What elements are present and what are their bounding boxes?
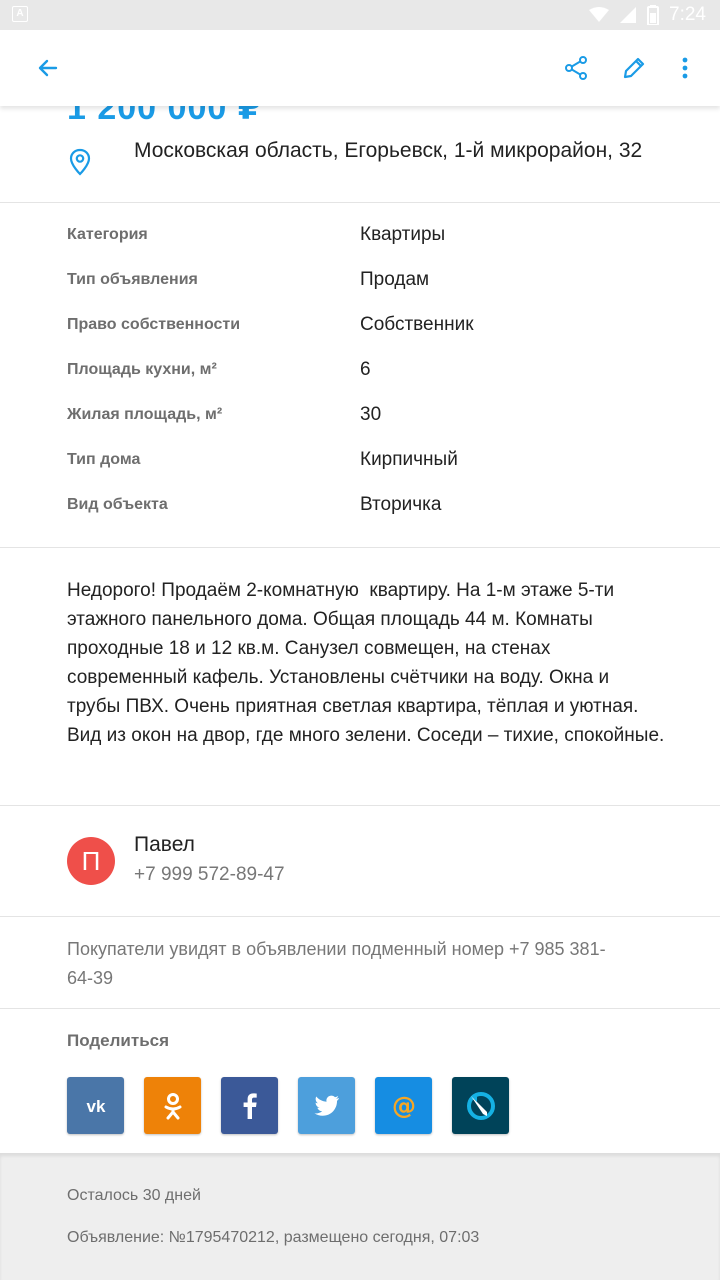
share-facebook-button[interactable] xyxy=(221,1077,278,1134)
avatar: П xyxy=(67,837,115,885)
param-label: Тип дома xyxy=(67,451,141,468)
description-section: Недорого! Продаём 2-комнатную квартиру. … xyxy=(0,548,720,806)
edit-pencil-icon xyxy=(623,57,645,79)
ad-info-text: Объявление: №1795470212, размещено сегод… xyxy=(67,1229,480,1246)
location-pin-icon xyxy=(69,148,91,176)
app-notification-icon: A xyxy=(12,6,28,22)
more-vert-icon xyxy=(682,57,688,79)
livejournal-icon xyxy=(466,1091,495,1120)
param-value: 30 xyxy=(360,404,382,425)
seller-name: Павел xyxy=(134,833,195,856)
share-buttons: vk @ xyxy=(67,1077,509,1134)
status-bar: A 7:24 xyxy=(0,0,720,30)
param-label: Право собственности xyxy=(67,316,241,333)
param-label: Площадь кухни, м² xyxy=(67,361,217,378)
svg-text:@: @ xyxy=(392,1092,416,1120)
seller-section[interactable]: П Павел +7 999 572-89-47 xyxy=(0,806,720,917)
seller-phone[interactable]: +7 999 572-89-47 xyxy=(134,864,285,886)
share-vk-button[interactable]: vk xyxy=(67,1077,124,1134)
param-value: 6 xyxy=(360,359,371,380)
param-label: Тип объявления xyxy=(67,271,198,288)
param-row: Категория Квартиры xyxy=(0,214,720,259)
share-ok-button[interactable] xyxy=(144,1077,201,1134)
param-row: Площадь кухни, м² 6 xyxy=(0,349,720,394)
param-row: Право собственности Собственник xyxy=(0,304,720,349)
param-value: Кирпичный xyxy=(360,449,458,470)
app-toolbar xyxy=(0,30,720,106)
signal-icon xyxy=(620,7,637,23)
param-row: Вид объекта Вторичка xyxy=(0,484,720,529)
svg-text:vk: vk xyxy=(86,1097,105,1116)
param-row: Жилая площадь, м² 30 xyxy=(0,394,720,439)
proxy-number-note: Покупатели увидят в объявлении подменный… xyxy=(0,917,720,1009)
parameters-list: Категория Квартиры Тип объявления Продам… xyxy=(0,203,720,548)
status-icons: 7:24 xyxy=(589,3,706,27)
param-value: Собственник xyxy=(360,314,474,335)
facebook-icon xyxy=(243,1092,257,1119)
param-label: Вид объекта xyxy=(67,496,168,513)
back-button[interactable] xyxy=(26,46,70,90)
share-icon xyxy=(565,56,587,80)
mail-at-icon: @ xyxy=(392,1092,416,1120)
address-text: Московская область, Егорьевск, 1-й микро… xyxy=(134,139,643,162)
status-time: 7:24 xyxy=(669,4,706,25)
wifi-icon xyxy=(589,7,610,22)
ad-footer: Осталось 30 дней Объявление: №1795470212… xyxy=(0,1153,720,1280)
share-mail-button[interactable]: @ xyxy=(375,1077,432,1134)
odnoklassniki-icon xyxy=(164,1092,181,1119)
param-row: Тип дома Кирпичный xyxy=(0,439,720,484)
param-value: Квартиры xyxy=(360,224,446,245)
share-section: Поделиться vk @ xyxy=(0,1009,720,1153)
share-livejournal-button[interactable] xyxy=(452,1077,509,1134)
param-label: Жилая площадь, м² xyxy=(67,406,223,423)
edit-button[interactable] xyxy=(612,46,656,90)
vk-icon: vk xyxy=(86,1097,105,1116)
param-row: Тип объявления Продам xyxy=(0,259,720,304)
share-title: Поделиться xyxy=(67,1031,170,1050)
share-button[interactable] xyxy=(554,46,598,90)
param-value: Продам xyxy=(360,269,430,290)
proxy-note-text: Покупатели увидят в объявлении подменный… xyxy=(67,939,606,988)
description-text: Недорого! Продаём 2-комнатную квартиру. … xyxy=(67,580,665,746)
more-options-button[interactable] xyxy=(663,46,707,90)
twitter-icon xyxy=(314,1095,339,1116)
share-twitter-button[interactable] xyxy=(298,1077,355,1134)
back-arrow-icon xyxy=(38,59,58,77)
battery-icon xyxy=(647,5,660,25)
days-left-text: Осталось 30 дней xyxy=(67,1187,201,1204)
param-value: Вторичка xyxy=(360,494,442,515)
param-label: Категория xyxy=(67,226,148,243)
